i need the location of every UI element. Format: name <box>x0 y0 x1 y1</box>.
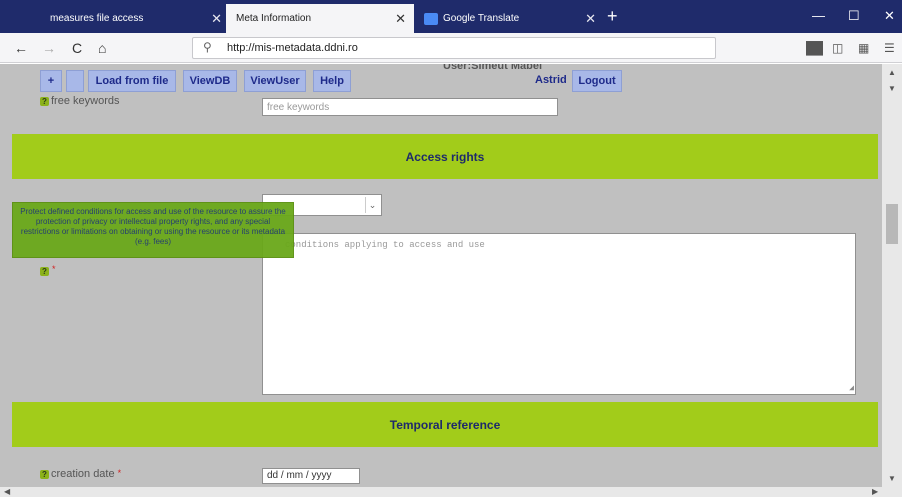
close-icon[interactable]: ✕ <box>585 11 596 27</box>
help-question-icon[interactable]: ? <box>40 96 49 106</box>
browser-tab-bar: measures file access ✕ Meta Information … <box>0 0 902 33</box>
tab-google-translate[interactable]: Google Translate ✕ <box>414 4 604 33</box>
tab-meta-information[interactable]: Meta Information ✕ <box>226 4 414 33</box>
scroll-thumb[interactable] <box>886 204 898 244</box>
viewuser-button[interactable]: ViewUser <box>244 70 306 92</box>
username: Astrid <box>535 74 567 86</box>
scroll-down-icon[interactable]: ▼ <box>888 84 896 93</box>
app-toolbar: + Load from file ViewDB ViewUser Help Us… <box>0 64 882 97</box>
session-info: User:Simeut Mabel <box>443 64 543 72</box>
blank-button[interactable] <box>66 70 84 92</box>
help-tooltip: Protect defined conditions for access an… <box>12 202 294 258</box>
scroll-down-icon[interactable]: ▼ <box>888 474 896 483</box>
creation-date-label: ? creation date * <box>40 468 121 480</box>
scroll-up-icon[interactable]: ▲ <box>888 68 896 77</box>
page-content: + Load from file ViewDB ViewUser Help Us… <box>0 64 882 487</box>
temporal-reference-header: Temporal reference <box>12 402 878 447</box>
url-bar[interactable]: ⚲ http://mis-metadata.ddni.ro <box>192 37 716 59</box>
required-marker: * <box>117 468 122 478</box>
library-icon[interactable]: ██ <box>806 41 823 55</box>
menu-icon[interactable]: ☰ <box>884 41 895 55</box>
creation-date-input[interactable]: dd / mm / yyyy <box>262 468 360 484</box>
access-rights-header: Access rights <box>12 134 878 179</box>
resize-handle-icon[interactable]: ◢ <box>849 383 854 393</box>
free-keywords-label: ? free keywords <box>40 95 119 107</box>
maximize-icon[interactable]: ☐ <box>848 8 860 24</box>
close-icon[interactable]: ✕ <box>395 11 406 27</box>
viewdb-button[interactable]: ViewDB <box>183 70 237 92</box>
reload-button[interactable]: C <box>72 40 82 56</box>
reader-icon[interactable]: ▦ <box>858 41 869 55</box>
help-button[interactable]: Help <box>313 70 351 92</box>
back-button[interactable]: ← <box>14 40 28 56</box>
free-keywords-input[interactable]: free keywords <box>262 98 558 116</box>
horizontal-scrollbar[interactable]: ◀ ▶ <box>0 487 902 497</box>
home-button[interactable]: ⌂ <box>98 40 106 56</box>
search-icon: ⚲ <box>203 40 212 54</box>
help-question-icon[interactable]: ? <box>40 469 49 479</box>
scroll-right-icon[interactable]: ▶ <box>872 487 878 496</box>
tab-title: Meta Information <box>236 13 312 24</box>
tab-title: Google Translate <box>443 13 520 24</box>
new-tab-button[interactable]: + <box>607 6 618 27</box>
close-icon[interactable]: ✕ <box>211 11 222 27</box>
vertical-scrollbar[interactable]: ▲ ▼ ▼ <box>882 64 902 487</box>
scroll-left-icon[interactable]: ◀ <box>4 487 10 496</box>
conditions-textarea[interactable]: conditions applying to access and use ◢ <box>262 233 856 395</box>
logout-button[interactable]: Logout <box>572 70 622 92</box>
load-from-file-button[interactable]: Load from file <box>88 70 176 92</box>
tab-measures-file-access[interactable]: measures file access ✕ <box>40 4 230 33</box>
minimize-icon[interactable]: — <box>812 8 825 23</box>
forward-button[interactable]: → <box>42 40 56 56</box>
window-close-icon[interactable]: ✕ <box>884 8 895 24</box>
add-button[interactable]: + <box>40 70 62 92</box>
tab-title: measures file access <box>50 13 144 24</box>
google-translate-icon <box>424 12 438 25</box>
chevron-down-icon: ⌄ <box>365 197 379 213</box>
navigation-bar: ← → C ⌂ ⚲ http://mis-metadata.ddni.ro ██… <box>0 33 902 63</box>
url-text: http://mis-metadata.ddni.ro <box>227 42 358 54</box>
help-question-icon[interactable]: ? <box>40 267 49 276</box>
required-marker: * <box>52 264 56 274</box>
sidebar-icon[interactable]: ◫ <box>832 41 843 55</box>
